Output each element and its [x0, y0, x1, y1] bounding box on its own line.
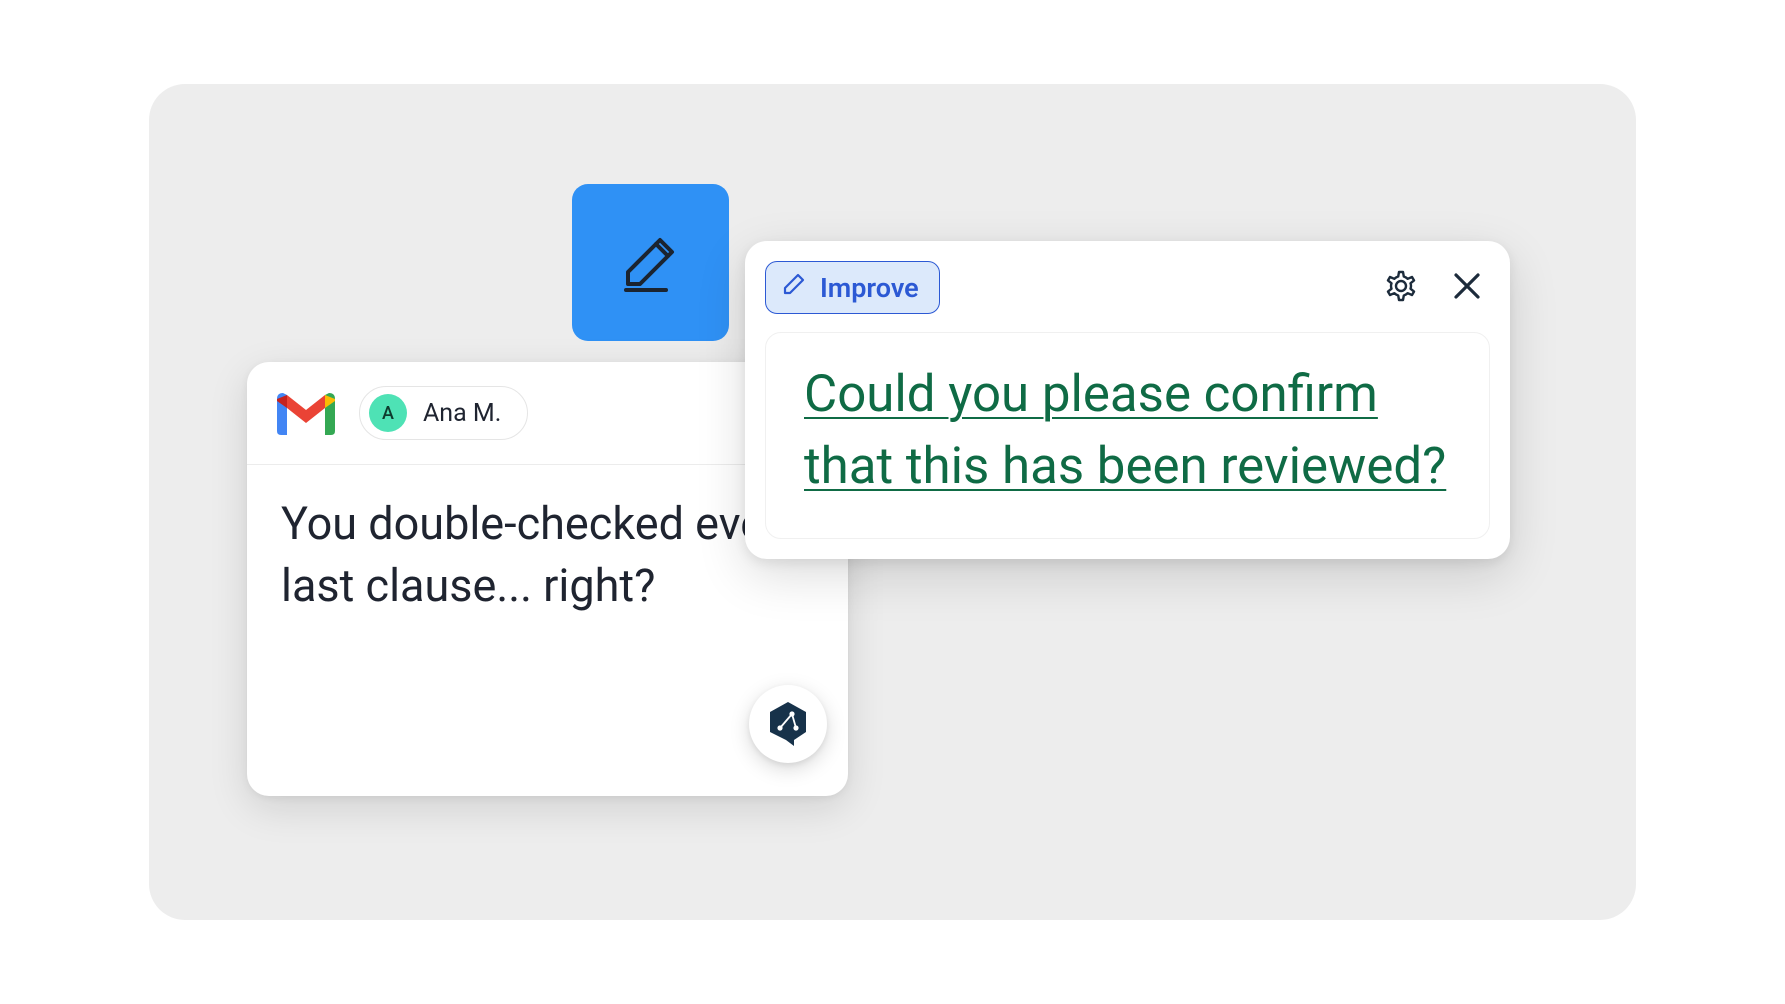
- gmail-icon: [277, 391, 335, 435]
- improve-button[interactable]: Improve: [765, 261, 940, 314]
- suggestion-text: Could you please confirm that this has b…: [804, 359, 1451, 504]
- email-message: You double-checked every last clause... …: [281, 493, 814, 616]
- gear-icon: [1384, 269, 1418, 307]
- popup-toolbar: Improve: [765, 261, 1490, 314]
- assistant-fab[interactable]: [749, 685, 827, 763]
- pencil-icon: [610, 220, 692, 306]
- sender-chip[interactable]: A Ana M.: [359, 386, 528, 440]
- close-button[interactable]: [1452, 271, 1482, 305]
- suggestion-popup: Improve: [745, 241, 1510, 559]
- share-hex-icon: [766, 700, 810, 748]
- stage-background: A Ana M. You double-checked every last c…: [149, 84, 1636, 920]
- edit-tile[interactable]: [572, 184, 729, 341]
- settings-button[interactable]: [1384, 269, 1418, 307]
- improve-label: Improve: [820, 272, 919, 304]
- suggestion-box[interactable]: Could you please confirm that this has b…: [765, 332, 1490, 539]
- close-icon: [1452, 271, 1482, 305]
- sender-avatar: A: [369, 394, 407, 432]
- sender-name: Ana M.: [423, 399, 501, 428]
- pencil-small-icon: [780, 270, 808, 305]
- sender-initial: A: [382, 403, 394, 424]
